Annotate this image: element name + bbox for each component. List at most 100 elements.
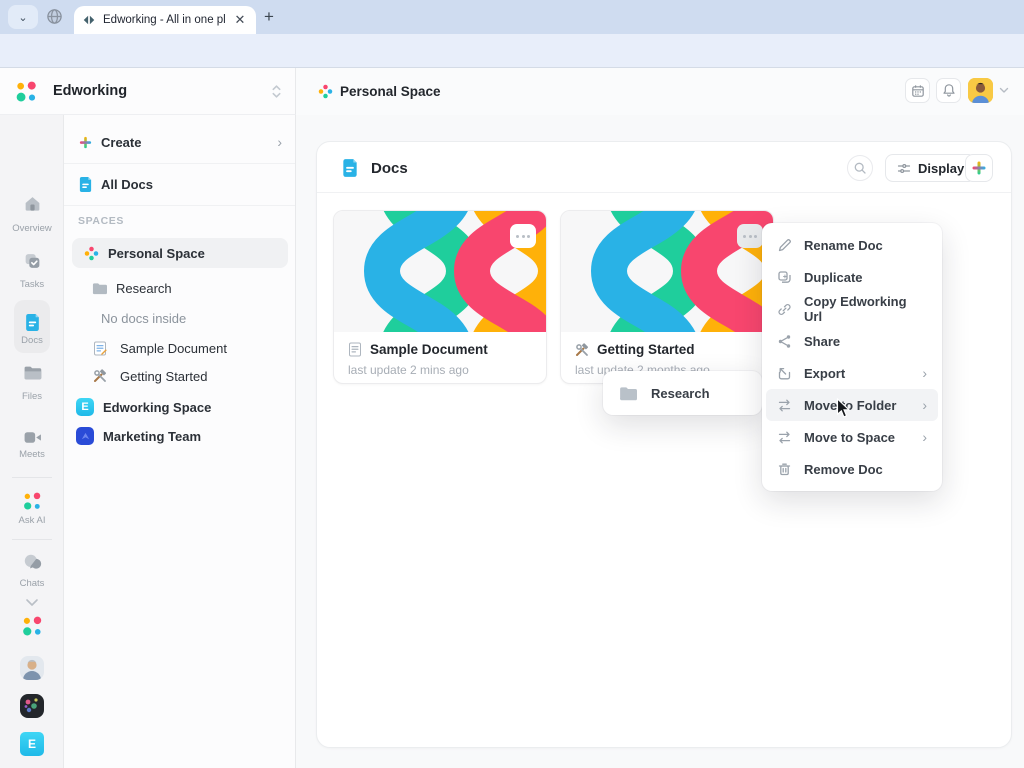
memo-icon [93, 341, 107, 356]
nav-divider [64, 163, 295, 164]
submenu-item-research[interactable]: Research [651, 386, 710, 401]
marketing-team-label: Marketing Team [103, 429, 201, 444]
nav-divider [64, 205, 295, 206]
add-doc-button[interactable] [965, 154, 993, 182]
rail-item-tasks[interactable] [23, 252, 42, 271]
menu-item-move-to-folder[interactable]: Move to Folder › [766, 389, 938, 421]
nav-item-marketing-team[interactable]: Marketing Team [64, 421, 296, 451]
menu-item-remove-doc[interactable]: Remove Doc [766, 453, 938, 485]
mouse-cursor [836, 398, 851, 419]
move-arrows-icon [777, 398, 792, 413]
trash-icon [777, 462, 792, 477]
rail-divider [12, 477, 52, 478]
member-avatar[interactable] [20, 656, 44, 680]
card-updated: last update 2 mins ago [348, 363, 532, 377]
display-label: Display [918, 161, 964, 176]
member-avatar[interactable] [20, 694, 44, 718]
calendar-button[interactable] [905, 78, 930, 103]
research-label: Research [116, 281, 172, 296]
rail-item-ask-ai[interactable] [21, 491, 43, 512]
memo-icon [348, 342, 362, 357]
nav-item-research-folder[interactable]: Research [64, 273, 296, 303]
edworking-logo-icon [13, 80, 39, 104]
tools-icon [93, 369, 107, 383]
docs-nav: Create › All Docs SPACES Personal Space … [64, 115, 296, 768]
browser-tab[interactable]: Edworking - All in one platfo ✕ [74, 6, 256, 34]
share-icon [777, 334, 792, 349]
marketing-team-badge [76, 427, 94, 445]
sidebar-header: Edworking [0, 68, 296, 115]
panel-divider [317, 192, 1011, 193]
nav-item-edworking-space[interactable]: E Edworking Space [64, 392, 296, 422]
rail-label-meets: Meets [0, 449, 64, 460]
card-title: Getting Started [597, 342, 695, 357]
tab-search-chevron-icon[interactable]: ⌄ [8, 5, 38, 29]
icon-rail: Overview Tasks Docs Files Meets Ask AI C… [0, 115, 64, 768]
nav-item-personal-space[interactable]: Personal Space [72, 238, 288, 268]
chevron-right-icon: › [922, 365, 927, 381]
card-title: Sample Document [370, 342, 488, 357]
display-button[interactable]: Display [885, 154, 976, 182]
create-label: Create [101, 135, 141, 150]
rail-item-chats[interactable] [22, 552, 42, 572]
doc-card-sample-document[interactable]: Sample Document last update 2 mins ago [333, 210, 547, 384]
chevron-right-icon: › [277, 134, 282, 150]
favicon-edworking [82, 13, 96, 27]
doc-context-menu: Rename Doc Duplicate Copy Edworking Url … [762, 223, 942, 491]
personal-space-icon [84, 246, 99, 261]
rail-item-docs[interactable] [24, 313, 41, 332]
link-icon [777, 302, 792, 317]
workspace-switcher-icon[interactable] [270, 84, 283, 99]
menu-item-copy-url[interactable]: Copy Edworking Url [766, 293, 938, 325]
browser-tab-strip: ⌄ Edworking - All in one platfo ✕ + [0, 0, 1024, 34]
card-options-button[interactable] [737, 224, 763, 248]
rail-collapse-chevron-icon[interactable] [25, 598, 39, 607]
card-options-button[interactable] [510, 224, 536, 248]
rail-label-docs: Docs [0, 335, 64, 346]
rail-label-overview: Overview [0, 223, 64, 234]
doc-card-getting-started[interactable]: Getting Started last update 2 months ago [560, 210, 774, 384]
account-chevron-icon[interactable] [999, 87, 1009, 94]
doc-card-cover [334, 211, 547, 332]
rail-item-files[interactable] [23, 365, 42, 381]
main-header: Personal Space [296, 68, 1024, 115]
chevron-right-icon: › [922, 397, 927, 413]
notifications-button[interactable] [936, 78, 961, 103]
nav-item-getting-started[interactable]: Getting Started [64, 361, 296, 391]
panel-search-button[interactable] [847, 155, 873, 181]
folder-icon [619, 386, 637, 401]
new-tab-button[interactable]: + [264, 8, 274, 26]
nav-item-create[interactable]: Create › [64, 127, 296, 157]
panel-title: Docs [371, 160, 408, 177]
rail-item-overview[interactable] [23, 195, 42, 212]
menu-item-export[interactable]: Export › [766, 357, 938, 389]
create-plus-icon [78, 135, 93, 150]
tools-icon [575, 343, 589, 357]
menu-item-share[interactable]: Share [766, 325, 938, 357]
menu-item-duplicate[interactable]: Duplicate [766, 261, 938, 293]
tab-title: Edworking - All in one platfo [103, 14, 225, 26]
menu-item-rename-doc[interactable]: Rename Doc [766, 229, 938, 261]
all-docs-label: All Docs [101, 177, 153, 192]
menu-item-move-to-space[interactable]: Move to Space › [766, 421, 938, 453]
edworking-space-label: Edworking Space [103, 400, 211, 415]
rail-item-meets[interactable] [23, 430, 42, 445]
nav-empty-note: No docs inside [64, 303, 296, 333]
tab-close-icon[interactable]: ✕ [232, 12, 248, 28]
workspace-dot-logo-icon[interactable] [20, 615, 44, 638]
duplicate-icon [777, 270, 792, 285]
sample-document-label: Sample Document [120, 341, 227, 356]
nav-item-all-docs[interactable]: All Docs [64, 169, 296, 199]
user-avatar[interactable] [968, 78, 993, 103]
rail-label-tasks: Tasks [0, 279, 64, 290]
rail-divider [12, 539, 52, 540]
workspace-e-badge[interactable]: E [20, 732, 44, 756]
docs-icon [78, 176, 93, 193]
nav-item-sample-document[interactable]: Sample Document [64, 333, 296, 363]
page-title: Personal Space [340, 84, 441, 99]
personal-space-label: Personal Space [108, 246, 205, 261]
rail-label-files: Files [0, 391, 64, 402]
pinned-tab-globe-icon[interactable] [46, 8, 63, 25]
rail-label-chats: Chats [0, 578, 64, 589]
chevron-right-icon: › [922, 429, 927, 445]
